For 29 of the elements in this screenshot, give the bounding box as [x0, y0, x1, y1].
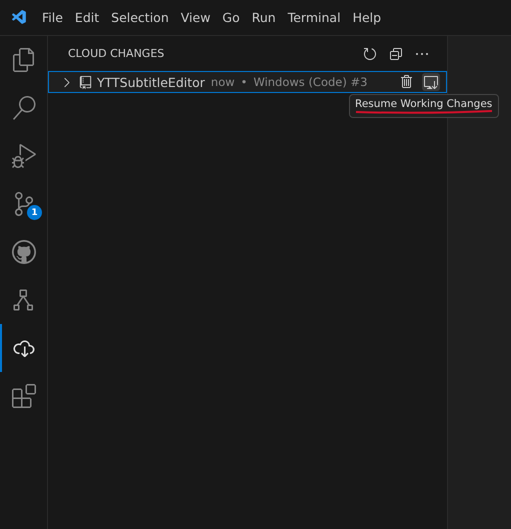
menu-item[interactable]: View: [174, 10, 216, 25]
refresh-icon[interactable]: [362, 46, 378, 62]
search-icon: [12, 96, 36, 120]
tooltip-text: Resume Working Changes: [355, 98, 492, 110]
panel-title: CLOUD CHANGES: [68, 47, 166, 60]
separator-dot: •: [240, 75, 248, 89]
item-label: YTTSubtitleEditor: [97, 74, 205, 90]
item-time: now: [210, 75, 235, 89]
tree-row[interactable]: YTTSubtitleEditor now • Windows (Code) #3: [48, 71, 447, 93]
extensions-icon: [12, 384, 36, 408]
menu-item[interactable]: Edit: [68, 10, 106, 25]
monitor-download-icon[interactable]: [423, 74, 439, 90]
menu-item[interactable]: File: [36, 10, 69, 25]
collapse-icon[interactable]: [388, 46, 404, 62]
count-badge: 1: [27, 205, 42, 220]
menu-item[interactable]: Go: [216, 10, 246, 25]
files-icon: [12, 48, 36, 72]
menu-item[interactable]: Terminal: [282, 10, 347, 25]
trash-icon[interactable]: [399, 74, 415, 90]
item-description: Windows (Code) #3: [253, 75, 368, 89]
hierarchy-icon: [12, 288, 36, 312]
menu-item[interactable]: Help: [346, 10, 388, 25]
activity-item[interactable]: 1: [0, 180, 45, 228]
bug-play-icon: [12, 144, 36, 168]
logo-icon: [10, 9, 28, 26]
repo-icon: [78, 74, 93, 90]
cat-icon: [12, 240, 36, 264]
menu-item[interactable]: Run: [246, 10, 282, 25]
menu-item[interactable]: Selection: [105, 10, 175, 25]
